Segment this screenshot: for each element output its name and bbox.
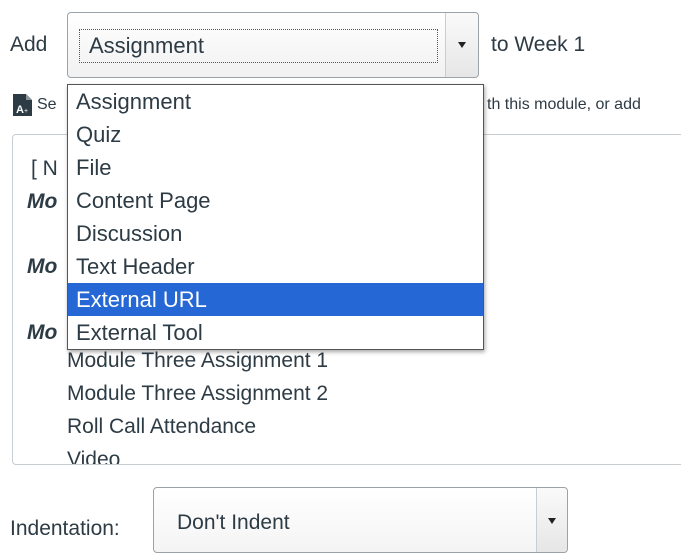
to-week-label: to Week 1 (491, 33, 586, 56)
option-content-page[interactable]: Content Page (68, 184, 483, 217)
svg-text:+: + (24, 108, 28, 115)
file-icon: A + (13, 94, 32, 116)
list-item[interactable]: Module Three Assignment 1 (67, 349, 328, 373)
item-type-selected-value: Assignment (79, 29, 438, 63)
hint-text-left: Se (37, 96, 57, 113)
list-item[interactable]: Roll Call Attendance (67, 415, 256, 439)
list-item[interactable]: Module Three Assignment 2 (67, 382, 328, 406)
caret-down-icon (458, 42, 466, 48)
hint-text-right: th this module, or add (487, 96, 641, 113)
item-type-select[interactable]: Assignment (67, 12, 479, 78)
indentation-label: Indentation: (10, 517, 120, 540)
module-heading: Mo (27, 321, 58, 344)
indentation-select-arrow[interactable] (536, 488, 567, 552)
indentation-selected-value: Don't Indent (177, 511, 290, 534)
item-type-select-arrow[interactable] (445, 13, 478, 77)
option-file[interactable]: File (68, 151, 483, 184)
module-heading: Mo (27, 255, 58, 278)
option-quiz[interactable]: Quiz (68, 118, 483, 151)
option-discussion[interactable]: Discussion (68, 217, 483, 250)
option-text-header[interactable]: Text Header (68, 250, 483, 283)
list-item[interactable]: Video (67, 448, 120, 464)
option-external-tool[interactable]: External Tool (68, 316, 483, 349)
add-label: Add (10, 33, 48, 56)
option-external-url[interactable]: External URL (68, 283, 483, 316)
svg-text:A: A (16, 104, 24, 116)
list-item[interactable]: [ N (31, 157, 58, 181)
option-assignment[interactable]: Assignment (68, 85, 483, 118)
indentation-select[interactable]: Don't Indent (153, 487, 568, 553)
caret-down-icon (548, 518, 556, 524)
module-heading: Mo (27, 190, 58, 213)
item-type-dropdown[interactable]: Assignment Quiz File Content Page Discus… (67, 84, 484, 350)
